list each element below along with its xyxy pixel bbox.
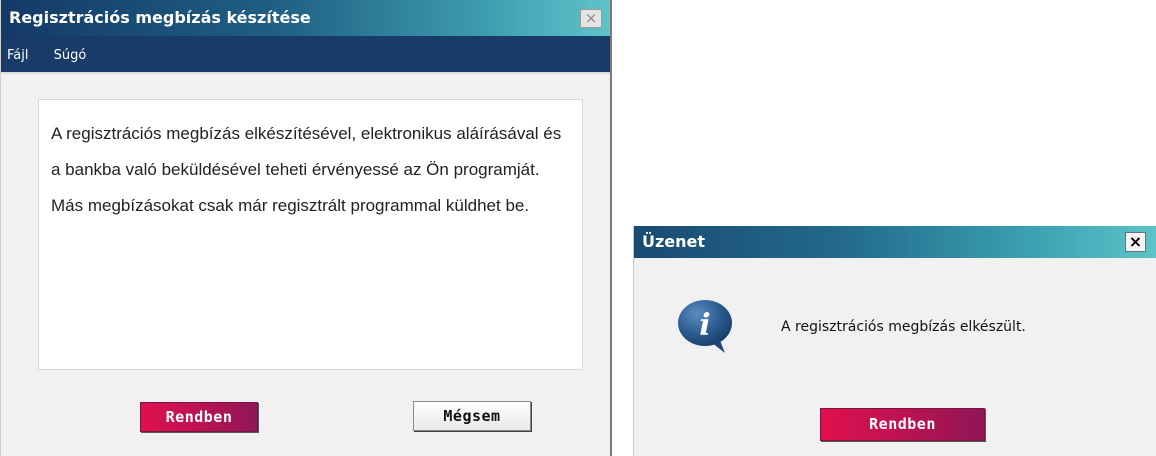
svg-text:i: i — [699, 308, 710, 343]
window-titlebar[interactable]: Regisztrációs megbízás készítése × — [1, 0, 610, 36]
menu-bar: Fájl Súgó — [1, 36, 610, 74]
window-title: Regisztrációs megbízás készítése — [9, 8, 311, 27]
close-icon[interactable]: × — [1125, 232, 1146, 252]
message-dialog: Üzenet × i A regisztrációs megbízás elké… — [633, 226, 1156, 456]
menu-item-help[interactable]: Súgó — [54, 36, 87, 76]
info-paragraph: A regisztrációs megbízás elkészítésével,… — [51, 124, 562, 179]
info-text-panel: A regisztrációs megbízás elkészítésével,… — [38, 99, 583, 370]
cancel-button[interactable]: Mégsem — [413, 401, 531, 431]
info-paragraph: Más megbízásokat csak már regisztrált pr… — [51, 196, 530, 215]
dialog-message: A regisztrációs megbízás elkészült. — [781, 319, 1026, 335]
info-icon: i — [678, 300, 732, 353]
dialog-title: Üzenet — [642, 232, 706, 251]
dialog-titlebar[interactable]: Üzenet × — [634, 226, 1156, 258]
ok-button[interactable]: Rendben — [140, 402, 258, 432]
menu-item-file[interactable]: Fájl — [7, 36, 28, 76]
ok-button[interactable]: Rendben — [820, 408, 985, 441]
close-icon[interactable]: × — [580, 9, 602, 28]
registration-order-window: Regisztrációs megbízás készítése × Fájl … — [0, 0, 612, 456]
